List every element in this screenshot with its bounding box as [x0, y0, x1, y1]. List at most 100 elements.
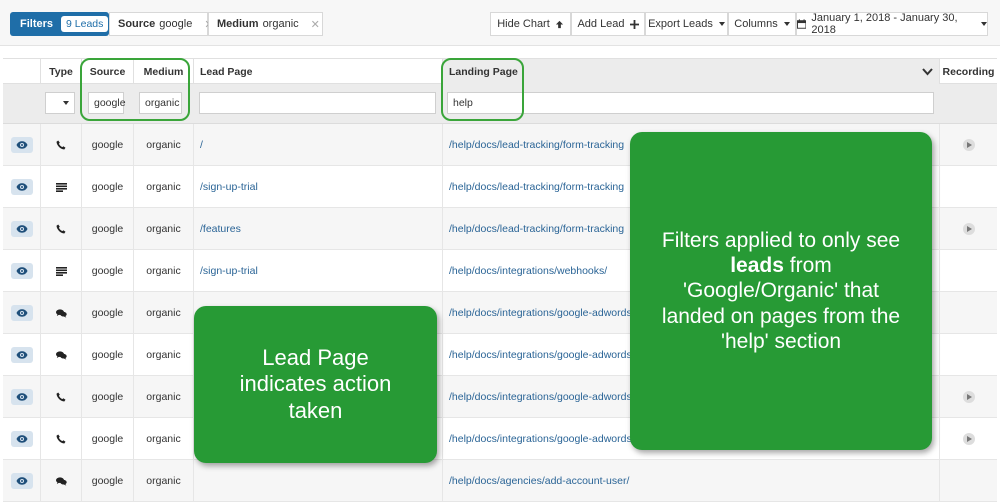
- lead-page-callout: Lead Page indicates action taken: [194, 306, 437, 463]
- type-cell: [41, 292, 82, 334]
- phone-icon: [56, 434, 66, 444]
- type-filter-select[interactable]: [45, 92, 75, 114]
- chat-icon: [55, 308, 67, 318]
- lead-page-cell[interactable]: /sign-up-trial: [194, 250, 443, 292]
- view-lead-icon[interactable]: [10, 221, 33, 237]
- form-icon: [55, 266, 67, 276]
- chevron-down-icon: [718, 22, 725, 26]
- lead-page-cell[interactable]: /features: [194, 208, 443, 250]
- chip-value: organic: [262, 18, 299, 30]
- medium-cell: organic: [134, 250, 194, 292]
- type-cell: [41, 460, 82, 502]
- medium-cell: organic: [134, 376, 194, 418]
- source-cell: google: [82, 334, 134, 376]
- table-row[interactable]: google organic/help/docs/agencies/add-acc…: [3, 460, 997, 502]
- toolbar: Filters 9 Leads Source google ✕ Medium o…: [0, 0, 1000, 46]
- source-cell: google: [82, 166, 134, 208]
- header-type[interactable]: Type: [41, 59, 82, 85]
- filters-callout: Filters applied to only see leads from '…: [630, 132, 932, 450]
- recording-cell: [940, 460, 997, 502]
- play-recording-icon[interactable]: [962, 391, 975, 403]
- view-cell: [3, 208, 41, 250]
- filters-callout-bold: leads: [730, 254, 784, 278]
- chevron-down-icon: [783, 22, 790, 26]
- source-cell: google: [82, 208, 134, 250]
- form-icon: [55, 182, 67, 192]
- export-leads-button[interactable]: Export Leads: [645, 12, 728, 36]
- export-leads-label: Export Leads: [648, 18, 713, 30]
- source-cell: google: [82, 376, 134, 418]
- header-recording[interactable]: Recording: [940, 59, 997, 85]
- view-cell: [3, 418, 41, 460]
- type-cell: [41, 334, 82, 376]
- view-cell: [3, 250, 41, 292]
- date-range-picker[interactable]: January 1, 2018 - January 30, 2018: [796, 12, 988, 36]
- recording-cell: [940, 292, 997, 334]
- source-cell: google: [82, 292, 134, 334]
- chat-icon: [55, 350, 67, 360]
- view-lead-icon[interactable]: [10, 263, 33, 279]
- view-cell: [3, 334, 41, 376]
- view-cell: [3, 376, 41, 418]
- plus-icon: [629, 19, 639, 29]
- recording-cell: [940, 334, 997, 376]
- source-filter-chip[interactable]: Source google ✕: [109, 12, 214, 36]
- add-lead-button[interactable]: Add Lead: [571, 12, 645, 36]
- filters-label: Filters: [20, 18, 54, 30]
- remove-medium-filter-icon[interactable]: ✕: [311, 18, 320, 31]
- date-range-label: January 1, 2018 - January 30, 2018: [811, 12, 958, 36]
- caret-down-icon: [63, 101, 69, 105]
- view-lead-icon[interactable]: [10, 389, 33, 405]
- chevron-down-icon: [981, 22, 987, 26]
- columns-button[interactable]: Columns: [728, 12, 796, 36]
- view-cell: [3, 460, 41, 502]
- lead-page-cell[interactable]: /sign-up-trial: [194, 166, 443, 208]
- landing-page-highlight: [441, 58, 524, 121]
- view-lead-icon[interactable]: [10, 137, 33, 153]
- medium-cell: organic: [134, 166, 194, 208]
- view-lead-icon[interactable]: [10, 431, 33, 447]
- header-lead-page[interactable]: Lead Page: [194, 59, 443, 85]
- chip-value: google: [159, 18, 193, 30]
- chip-key: Medium: [217, 18, 259, 30]
- header-view: [3, 59, 41, 85]
- filters-callout-prefix: Filters applied to only see: [661, 229, 901, 253]
- view-cell: [3, 292, 41, 334]
- medium-filter-chip[interactable]: Medium organic ✕: [208, 12, 323, 36]
- source-medium-highlight: [80, 58, 190, 121]
- lead-page-cell[interactable]: /: [194, 124, 443, 166]
- recording-cell: [940, 124, 997, 166]
- view-lead-icon[interactable]: [10, 179, 33, 195]
- play-recording-icon[interactable]: [962, 139, 975, 151]
- medium-cell: organic: [134, 334, 194, 376]
- columns-label: Columns: [734, 18, 778, 30]
- arrow-up-icon: [555, 20, 563, 28]
- source-cell: google: [82, 250, 134, 292]
- medium-cell: organic: [134, 460, 194, 502]
- recording-cell: [940, 208, 997, 250]
- medium-cell: organic: [134, 208, 194, 250]
- medium-cell: organic: [134, 292, 194, 334]
- calendar-icon: [797, 19, 807, 29]
- lead-page-cell[interactable]: [194, 460, 443, 502]
- type-cell: [41, 166, 82, 208]
- add-lead-label: Add Lead: [577, 18, 625, 30]
- view-lead-icon[interactable]: [10, 305, 33, 321]
- view-lead-icon[interactable]: [10, 347, 33, 363]
- recording-cell: [940, 166, 997, 208]
- recording-cell: [940, 250, 997, 292]
- phone-icon: [56, 140, 66, 150]
- source-cell: google: [82, 124, 134, 166]
- landing-page-cell[interactable]: /help/docs/agencies/add-account-user/: [443, 460, 940, 502]
- hide-chart-label: Hide Chart: [497, 18, 550, 30]
- medium-cell: organic: [134, 418, 194, 460]
- view-lead-icon[interactable]: [10, 473, 33, 489]
- play-recording-icon[interactable]: [962, 223, 975, 235]
- filters-button[interactable]: Filters 9 Leads: [10, 12, 109, 36]
- play-recording-icon[interactable]: [962, 433, 975, 445]
- chevron-down-icon[interactable]: [922, 68, 933, 76]
- lead-page-filter-input[interactable]: [199, 92, 436, 114]
- hide-chart-button[interactable]: Hide Chart: [490, 12, 571, 36]
- lead-page-callout-text: Lead Page indicates action taken: [239, 344, 392, 423]
- type-cell: [41, 124, 82, 166]
